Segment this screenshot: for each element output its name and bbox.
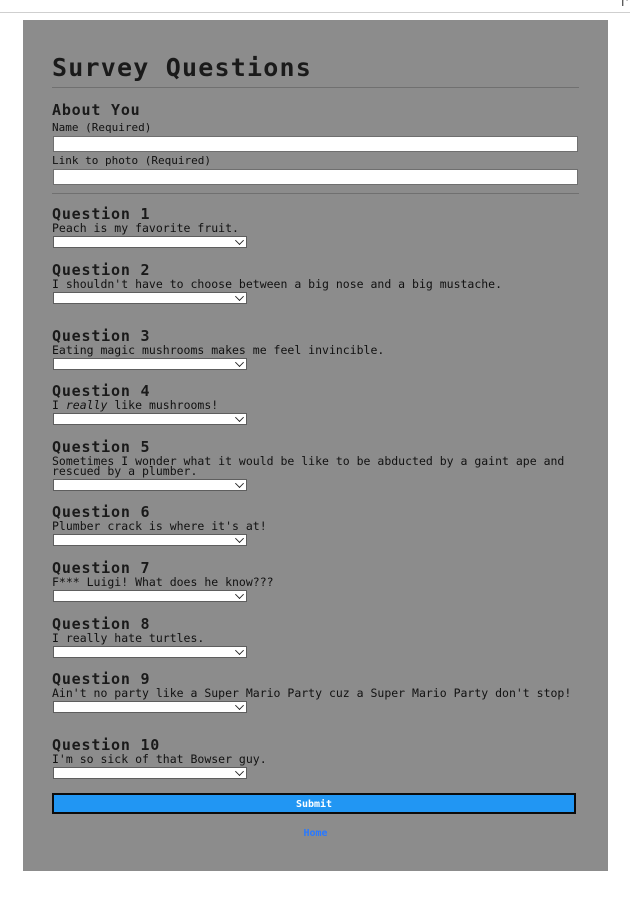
question-text: Peach is my favorite fruit.: [52, 221, 239, 235]
question-7-select[interactable]: [53, 590, 247, 602]
question-2-select[interactable]: [53, 292, 247, 304]
question-1: Question 1 Peach is my favorite fruit.: [52, 207, 579, 248]
question-3: Question 3 Eating magic mushrooms makes …: [52, 329, 579, 370]
chevron-down-icon: [235, 292, 244, 301]
question-5: Question 5 Sometimes I wonder what it wo…: [52, 440, 579, 491]
page-title: Survey Questions: [52, 53, 313, 82]
question-8-select[interactable]: [53, 646, 247, 658]
name-label: Name (Required): [52, 121, 152, 134]
chevron-down-icon: [235, 590, 244, 599]
question-title: Question 4: [52, 382, 151, 400]
submit-button[interactable]: Submit: [52, 793, 576, 814]
question-text-pre: I: [52, 398, 66, 412]
question-7: Question 7 F*** Luigi! What does he know…: [52, 561, 579, 602]
window-edge-icon: ᒋ: [621, 0, 628, 9]
question-8: Question 8 I really hate turtles.: [52, 617, 579, 658]
question-title: Question 7: [52, 559, 151, 577]
question-text: I shouldn't have to choose between a big…: [52, 277, 503, 291]
home-link[interactable]: Home: [23, 828, 608, 839]
chevron-down-icon: [235, 236, 244, 245]
survey-card: Survey Questions About You Name (Require…: [23, 20, 608, 871]
question-3-select[interactable]: [53, 358, 247, 370]
photo-label: Link to photo (Required): [52, 154, 211, 167]
question-10-select[interactable]: [53, 767, 247, 779]
name-input[interactable]: [53, 136, 578, 152]
question-1-select[interactable]: [53, 236, 247, 248]
question-5-select[interactable]: [53, 479, 247, 491]
question-4-select[interactable]: [53, 413, 247, 425]
question-6-select[interactable]: [53, 534, 247, 546]
question-text: Plumber crack is where it's at!: [52, 519, 267, 533]
chevron-down-icon: [235, 767, 244, 776]
question-title: Question 3: [52, 327, 151, 345]
question-text: Ain't no party like a Super Mario Party …: [52, 686, 572, 700]
question-title: Question 6: [52, 503, 151, 521]
question-text: Sometimes I wonder what it would be like…: [52, 454, 565, 478]
question-text-post: like mushrooms!: [107, 398, 219, 412]
question-text: Eating magic mushrooms makes me feel inv…: [52, 343, 385, 357]
question-text: F*** Luigi! What does he know???: [52, 575, 274, 589]
survey-form: Survey Questions About You Name (Require…: [52, 20, 579, 779]
question-title: Question 8: [52, 615, 151, 633]
question-6: Question 6 Plumber crack is where it's a…: [52, 505, 579, 546]
question-text: I really like mushrooms!: [52, 398, 579, 412]
about-section-title: About You: [52, 101, 141, 119]
question-text: I really hate turtles.: [52, 631, 205, 645]
question-title: Question 10: [52, 736, 161, 754]
question-title: Question 5: [52, 438, 151, 456]
photo-link-input[interactable]: [53, 169, 578, 185]
divider: [52, 87, 579, 88]
question-9: Question 9 Ain't no party like a Super M…: [52, 672, 579, 713]
chevron-down-icon: [235, 479, 244, 488]
chevron-down-icon: [235, 534, 244, 543]
divider: [52, 193, 579, 194]
question-title: Question 9: [52, 670, 151, 688]
chevron-down-icon: [235, 646, 244, 655]
question-2: Question 2 I shouldn't have to choose be…: [52, 263, 579, 304]
chevron-down-icon: [235, 413, 244, 422]
question-10: Question 10 I'm so sick of that Bowser g…: [52, 738, 579, 779]
chevron-down-icon: [235, 701, 244, 710]
question-text: I'm so sick of that Bowser guy.: [52, 752, 267, 766]
browser-topbar: ᒋ: [0, 0, 630, 13]
question-4: Question 4 I really like mushrooms!: [52, 384, 579, 425]
question-9-select[interactable]: [53, 701, 247, 713]
chevron-down-icon: [235, 358, 244, 367]
question-text-emphasis: really: [65, 398, 108, 412]
question-title: Question 2: [52, 261, 151, 279]
question-title: Question 1: [52, 205, 151, 223]
